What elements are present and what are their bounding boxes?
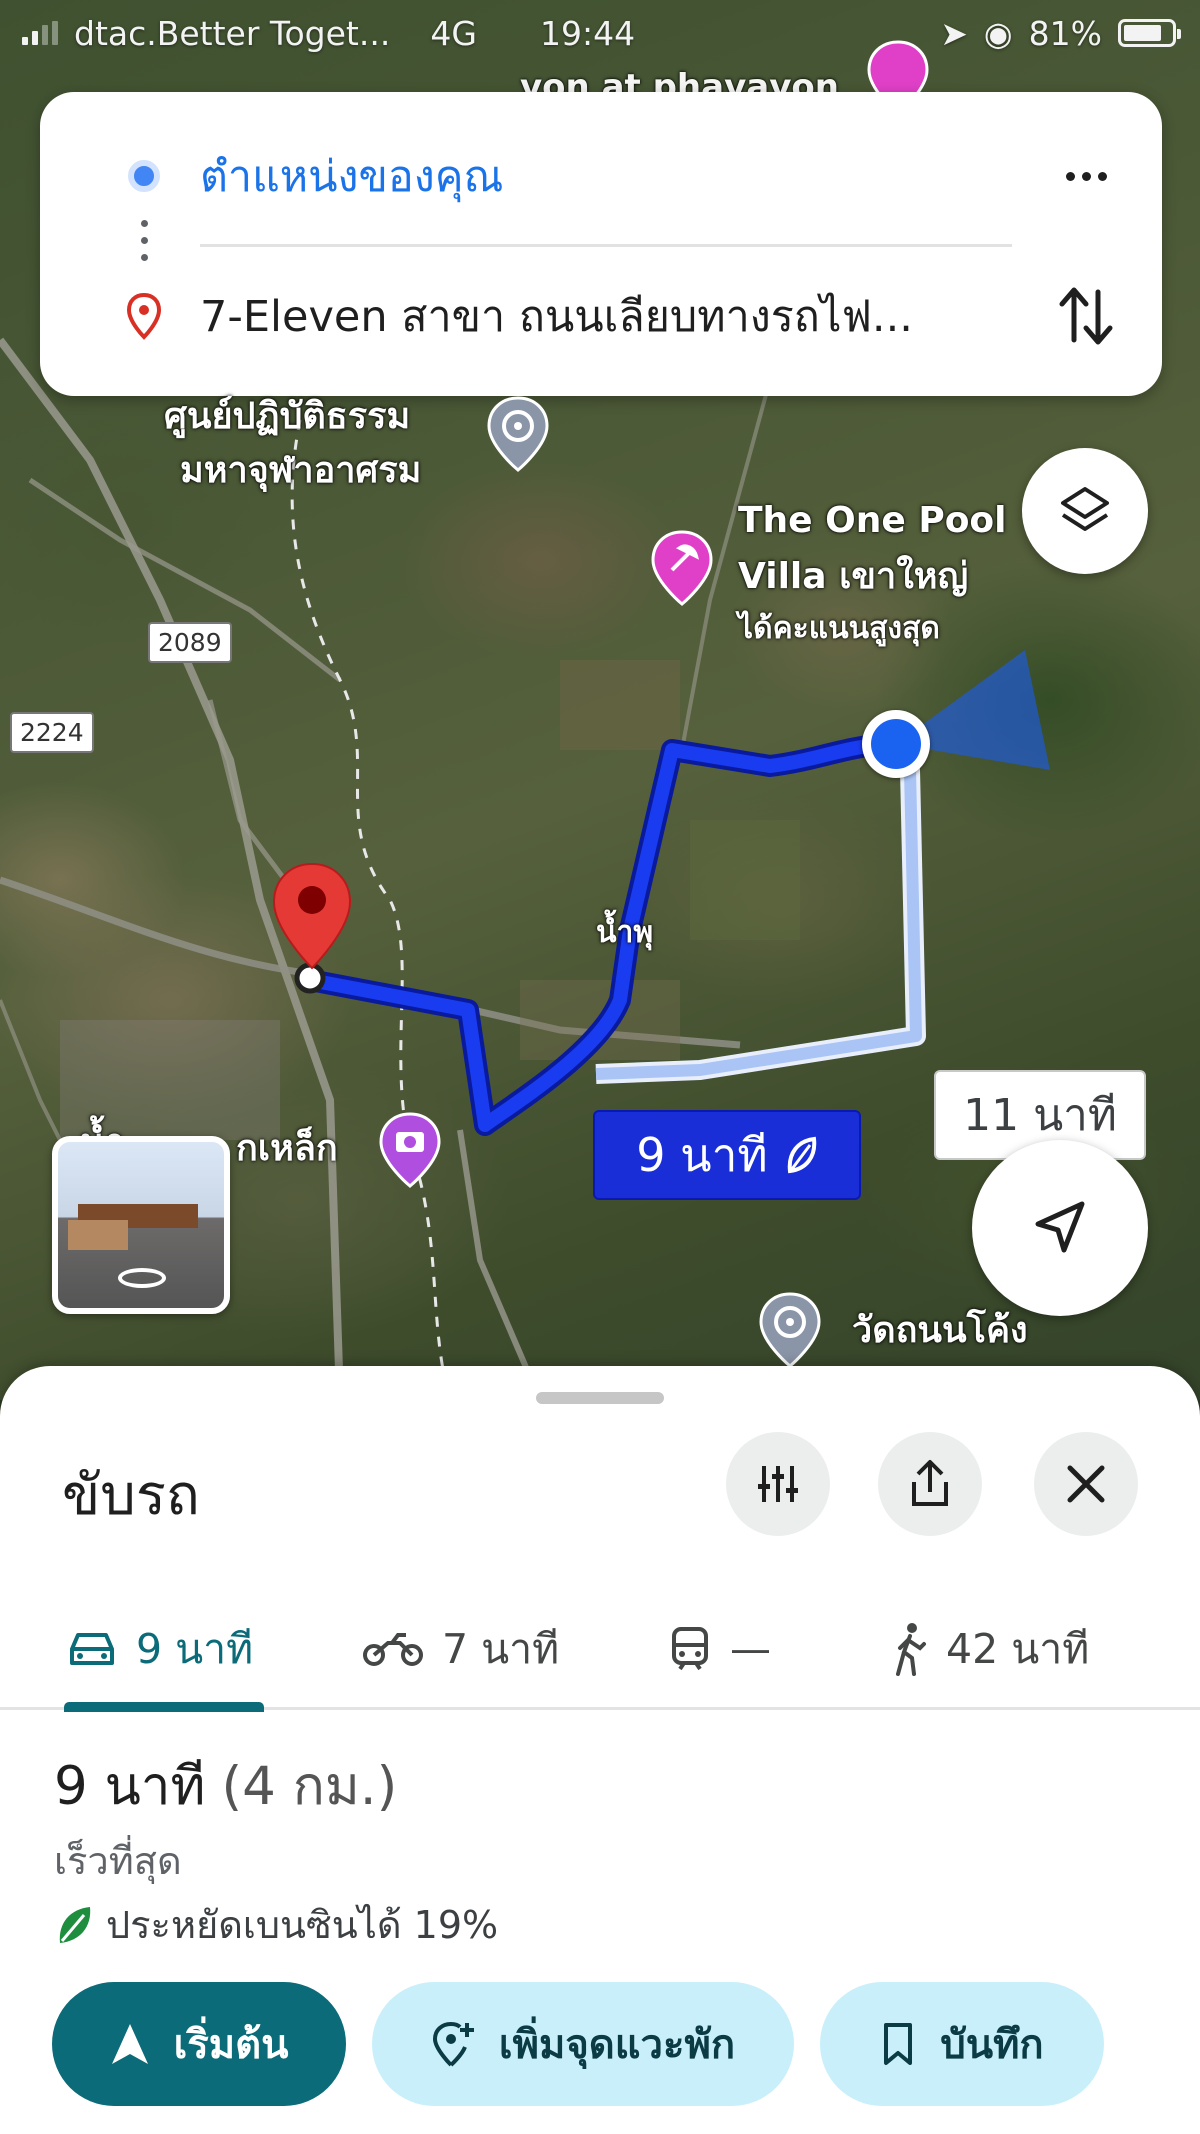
tab-transit-label: — <box>730 1625 771 1673</box>
bookmark-icon <box>884 2023 913 2065</box>
eco-leaf-icon <box>787 1136 816 1174</box>
share-icon <box>912 1460 948 1506</box>
road-shield-2224: 2224 <box>10 712 94 753</box>
rotation-lock-icon: ◉ <box>983 13 1013 53</box>
map-label-dharma-2: มหาจุฬาอาศรม <box>180 450 422 491</box>
destination-row[interactable]: 7-Eleven สาขา ถนนเลียบทางรถไฟ... <box>40 284 1162 348</box>
start-button[interactable]: เริ่มต้น <box>52 1982 346 2106</box>
rotate-360-icon <box>118 1268 166 1288</box>
tab-transit[interactable]: — <box>668 1588 771 1710</box>
maps-screen: dtac.Better Toget... 4G 19:44 ➤ ◉ 81% vo… <box>0 0 1200 2134</box>
save-button[interactable]: บันทึก <box>820 1982 1104 2106</box>
map-view[interactable]: dtac.Better Toget... 4G 19:44 ➤ ◉ 81% vo… <box>0 0 1200 1400</box>
route-options-button[interactable] <box>726 1432 830 1536</box>
tab-driving[interactable]: 9 นาที <box>66 1588 253 1710</box>
sliders-icon <box>758 1466 798 1502</box>
share-button[interactable] <box>878 1432 982 1536</box>
road-shield-2089: 2089 <box>148 622 232 663</box>
signal-icon <box>22 21 58 45</box>
battery-percent: 81% <box>1028 13 1102 53</box>
directions-bottom-sheet: ขับรถ 9 นาที 7 นาที — 42 นาที 9 นาที (4 … <box>0 1366 1200 2134</box>
map-label-nam-phu: น้ำพุ <box>596 915 654 950</box>
motorcycle-icon <box>363 1633 423 1666</box>
status-bar: dtac.Better Toget... 4G 19:44 ➤ ◉ 81% <box>0 0 1200 66</box>
active-tab-indicator <box>64 1702 264 1712</box>
clock: 19:44 <box>540 13 636 53</box>
origin-row[interactable]: ตำแหน่งของคุณ <box>40 144 1162 208</box>
tab-motorcycle-label: 7 นาที <box>442 1624 560 1673</box>
temple-poi-icon[interactable] <box>486 396 550 474</box>
route-distance: (4 กม.) <box>221 1756 398 1817</box>
destination-pin-icon[interactable] <box>268 860 356 972</box>
map-label-lek: กเหล็ก <box>236 1128 338 1169</box>
add-stop-icon <box>432 2021 474 2067</box>
carrier-name: dtac.Better Toget... <box>74 13 391 53</box>
sheet-title: ขับรถ <box>62 1463 200 1528</box>
temple-poi-icon[interactable] <box>758 1292 822 1370</box>
route-connector-dots <box>141 220 148 261</box>
hotel-poi-icon[interactable] <box>650 530 714 608</box>
map-label-dharma-1: ศูนย์ปฏิบัติธรรม <box>164 396 411 437</box>
add-stop-button[interactable]: เพิ่มจุดแวะพัก <box>372 1982 794 2106</box>
eta-primary-text: 9 นาที <box>636 1127 768 1182</box>
car-icon <box>70 1633 114 1665</box>
field-divider <box>200 244 1012 247</box>
map-label-villa-3: ได้คะแนนสูงสุด <box>738 611 940 646</box>
more-options-button[interactable] <box>1056 154 1116 198</box>
navigation-arrow-icon <box>1035 1201 1085 1253</box>
directions-card: ตำแหน่งของคุณ 7-Eleven สาขา ถนนเลียบทางร… <box>40 92 1162 396</box>
layers-icon <box>1061 487 1109 531</box>
eta-primary-label[interactable]: 9 นาที <box>593 1110 861 1200</box>
destination-field[interactable]: 7-Eleven สาขา ถนนเลียบทางรถไฟ... <box>200 282 992 350</box>
camera-poi-icon[interactable] <box>378 1112 442 1190</box>
close-icon <box>1067 1465 1105 1503</box>
origin-field[interactable]: ตำแหน่งของคุณ <box>200 142 992 210</box>
route-note: เร็วที่สุด <box>54 1839 182 1883</box>
close-button[interactable] <box>1034 1432 1138 1536</box>
current-location-dot <box>862 710 930 778</box>
fuel-saving-text: ประหยัดเบนซินได้ 19% <box>106 1903 499 1947</box>
walk-icon <box>896 1623 926 1676</box>
battery-icon <box>1118 19 1181 47</box>
map-label-villa-2: Villa เขาใหญ่ <box>738 556 969 597</box>
tab-driving-label: 9 นาที <box>136 1624 254 1673</box>
transit-icon <box>672 1627 708 1671</box>
add-stop-button-label: เพิ่มจุดแวะพัก <box>498 2022 736 2068</box>
tab-walking-label: 42 นาที <box>946 1624 1090 1673</box>
fuel-saving-row: ประหยัดเบนซินได้ 19% <box>54 1894 498 1955</box>
route-duration: 9 นาที <box>54 1756 206 1817</box>
map-label-wat: วัดถนนโค้ง <box>852 1310 1028 1351</box>
travel-mode-tabs: 9 นาที 7 นาที — 42 นาที <box>0 1588 1200 1712</box>
layers-button[interactable] <box>1022 448 1148 574</box>
navigation-start-icon <box>111 2024 148 2064</box>
route-summary[interactable]: 9 นาที (4 กม.) <box>54 1744 397 1828</box>
save-button-label: บันทึก <box>940 2022 1044 2068</box>
recenter-button[interactable] <box>972 1140 1148 1316</box>
network-type: 4G <box>430 13 477 53</box>
origin-dot-icon <box>128 160 160 192</box>
eco-leaf-icon <box>59 1906 91 1943</box>
sheet-drag-handle[interactable] <box>536 1392 664 1404</box>
start-button-label: เริ่มต้น <box>173 2022 289 2068</box>
street-view-thumbnail[interactable] <box>52 1136 230 1314</box>
tab-walking[interactable]: 42 นาที <box>892 1588 1089 1710</box>
tab-motorcycle[interactable]: 7 นาที <box>362 1588 559 1710</box>
map-label-villa-1: The One Pool <box>738 500 1007 541</box>
eta-alternative-text: 11 นาที <box>963 1090 1117 1141</box>
location-arrow-icon: ➤ <box>940 13 968 53</box>
destination-marker-icon <box>126 292 162 340</box>
swap-icon[interactable] <box>1054 280 1118 352</box>
